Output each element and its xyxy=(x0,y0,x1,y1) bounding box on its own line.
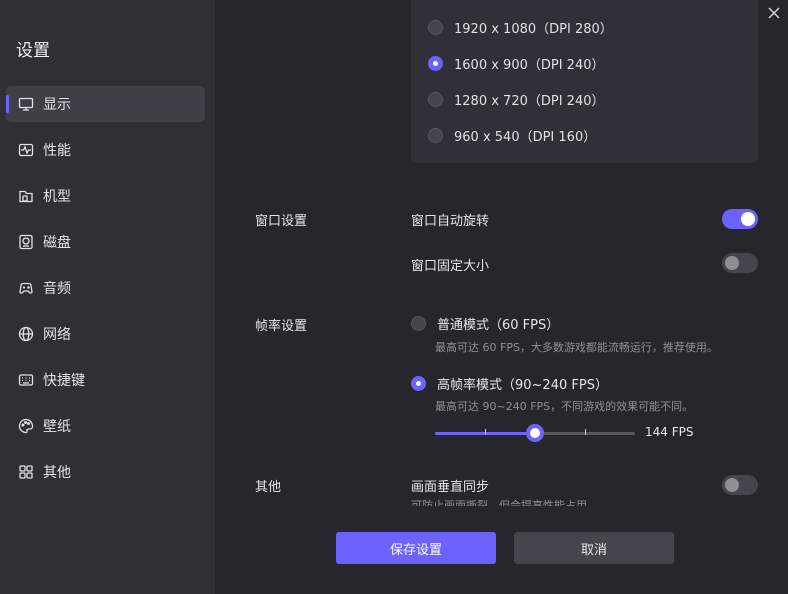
sidebar-item-audio[interactable]: 音频 xyxy=(6,270,205,306)
sidebar-item-shortcuts[interactable]: 快捷键 xyxy=(6,362,205,398)
other-settings-label: 其他 xyxy=(255,480,282,495)
resolution-label: 1600 x 900（DPI 240） xyxy=(454,58,605,73)
slider-thumb[interactable] xyxy=(526,424,544,442)
grid-icon xyxy=(18,464,34,480)
fps-value-label: 144 FPS xyxy=(645,425,694,439)
radio-button[interactable] xyxy=(428,92,443,107)
monitor-icon xyxy=(18,96,34,112)
save-button[interactable]: 保存设置 xyxy=(336,532,496,564)
framerate-settings-label: 帧率设置 xyxy=(255,319,308,334)
fixed-size-toggle[interactable] xyxy=(722,253,758,273)
toggle-knob xyxy=(725,256,739,270)
resolution-option-1600[interactable]: 1600 x 900（DPI 240） xyxy=(428,54,604,73)
settings-scroll-area[interactable]: 1920 x 1080（DPI 280） 1600 x 900（DPI 240）… xyxy=(215,0,788,506)
sidebar-item-wallpaper[interactable]: 壁纸 xyxy=(6,408,205,444)
sidebar-item-label: 机型 xyxy=(43,189,71,205)
sidebar-item-network[interactable]: 网络 xyxy=(6,316,205,352)
fps-normal-description: 最高可达 60 FPS，大多数游戏都能流畅运行，推荐使用。 xyxy=(435,341,718,354)
sidebar-item-label: 其他 xyxy=(43,465,71,481)
network-icon xyxy=(18,326,34,342)
vsync-description: 可防止画面撕裂，但会提高性能占用 xyxy=(411,499,587,506)
keyboard-icon xyxy=(18,372,34,388)
radio-button[interactable] xyxy=(428,128,443,143)
sidebar-item-display[interactable]: 显示 xyxy=(6,86,205,122)
fps-high-option[interactable]: 高帧率模式（90~240 FPS） xyxy=(411,374,608,393)
footer-actions: 保存设置 取消 xyxy=(215,506,788,594)
slider-tick xyxy=(485,429,486,435)
sidebar-item-label: 网络 xyxy=(43,327,71,343)
vsync-toggle[interactable] xyxy=(722,475,758,495)
sidebar-item-label: 音频 xyxy=(43,281,71,297)
close-icon xyxy=(768,7,780,19)
close-button[interactable] xyxy=(766,5,782,21)
resolution-option-1280[interactable]: 1280 x 720（DPI 240） xyxy=(428,90,604,109)
sidebar-item-label: 显示 xyxy=(43,97,71,113)
slider-tick xyxy=(585,429,586,435)
sidebar-item-model[interactable]: 机型 xyxy=(6,178,205,214)
sidebar-item-disk[interactable]: 磁盘 xyxy=(6,224,205,260)
fps-normal-label: 普通模式（60 FPS） xyxy=(437,318,560,333)
fixed-size-label: 窗口固定大小 xyxy=(411,259,490,274)
fps-high-label: 高帧率模式（90~240 FPS） xyxy=(437,378,608,393)
settings-main: 1920 x 1080（DPI 280） 1600 x 900（DPI 240）… xyxy=(215,0,788,594)
device-model-icon xyxy=(18,188,34,204)
sidebar-item-label: 磁盘 xyxy=(43,235,71,251)
resolution-panel: 1920 x 1080（DPI 280） 1600 x 900（DPI 240）… xyxy=(411,0,758,163)
radio-button[interactable] xyxy=(428,56,443,71)
toggle-knob xyxy=(725,478,739,492)
performance-icon xyxy=(18,142,34,158)
disk-icon xyxy=(18,234,34,250)
sidebar-item-performance[interactable]: 性能 xyxy=(6,132,205,168)
palette-icon xyxy=(18,418,34,434)
auto-rotate-toggle[interactable] xyxy=(722,209,758,229)
resolution-option-960[interactable]: 960 x 540（DPI 160） xyxy=(428,126,596,145)
sidebar-item-label: 快捷键 xyxy=(43,373,85,389)
radio-button[interactable] xyxy=(411,376,426,391)
sidebar-item-label: 壁纸 xyxy=(43,419,71,435)
resolution-label: 960 x 540（DPI 160） xyxy=(454,130,597,145)
window-settings-label: 窗口设置 xyxy=(255,214,308,229)
sidebar: 设置 显示 性能 机型 磁盘 音频 网络 快捷键 壁纸 其他 xyxy=(0,0,215,594)
vsync-label: 画面垂直同步 xyxy=(411,480,490,495)
radio-button[interactable] xyxy=(411,316,426,331)
radio-button[interactable] xyxy=(428,20,443,35)
toggle-knob xyxy=(741,212,755,226)
fps-slider[interactable] xyxy=(435,424,635,442)
resolution-label: 1920 x 1080（DPI 280） xyxy=(454,22,613,37)
sidebar-item-other[interactable]: 其他 xyxy=(6,454,205,490)
auto-rotate-label: 窗口自动旋转 xyxy=(411,214,490,229)
audio-icon xyxy=(18,280,34,296)
fps-normal-option[interactable]: 普通模式（60 FPS） xyxy=(411,314,559,333)
sidebar-nav: 显示 性能 机型 磁盘 音频 网络 快捷键 壁纸 其他 xyxy=(6,86,205,500)
cancel-button[interactable]: 取消 xyxy=(514,532,674,564)
resolution-option-1920[interactable]: 1920 x 1080（DPI 280） xyxy=(428,18,613,37)
resolution-label: 1280 x 720（DPI 240） xyxy=(454,94,605,109)
sidebar-title: 设置 xyxy=(16,41,50,61)
sidebar-item-label: 性能 xyxy=(43,143,71,159)
fps-high-description: 最高可达 90~240 FPS，不同游戏的效果可能不同。 xyxy=(435,400,694,413)
